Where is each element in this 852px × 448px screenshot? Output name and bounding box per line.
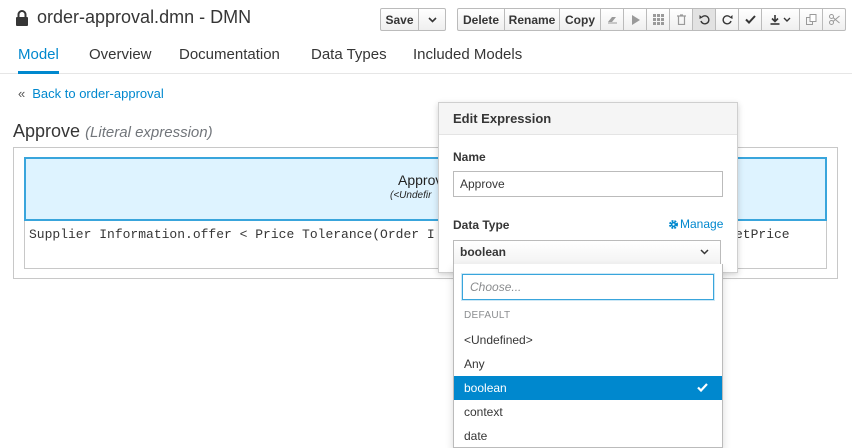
eraser-icon (607, 17, 617, 24)
expression-name: Approve (13, 121, 81, 141)
back-link[interactable]: « Back to order-approval (18, 86, 164, 101)
back-link-label: Back to order-approval (32, 86, 164, 101)
popover-title: Edit Expression (453, 111, 552, 126)
save-button[interactable]: Save (380, 8, 419, 31)
scissors-icon (828, 14, 840, 25)
dropdown-item-label: <Undefined> (464, 333, 533, 347)
grid-header-name: Approv (398, 172, 443, 188)
grid-icon (652, 14, 664, 25)
editor-tabs: Model Overview Documentation Data Types … (0, 38, 852, 74)
dropdown-item-boolean[interactable]: boolean (454, 376, 722, 400)
tab-overview[interactable]: Overview (89, 46, 152, 63)
copy-icon-button[interactable] (800, 8, 823, 31)
grid-button[interactable] (647, 8, 670, 31)
download-button[interactable] (762, 8, 800, 31)
dropdown-item-label: context (464, 405, 503, 419)
window-title: order-approval.dmn - DMN (37, 7, 252, 27)
grid-header-type: (<Undefir (390, 190, 432, 201)
redo-icon (721, 15, 732, 25)
literal-expression-tail: etPrice (735, 227, 790, 242)
play-icon (631, 14, 640, 25)
trash-button[interactable] (670, 8, 693, 31)
expression-kind: (Literal expression) (85, 124, 213, 141)
double-chevron-left-icon: « (18, 86, 26, 101)
check-icon (744, 15, 756, 24)
save-options-button[interactable] (419, 8, 446, 31)
undo-icon (699, 15, 710, 25)
dropdown-item-label: date (464, 429, 488, 443)
copy-button[interactable]: Copy (560, 8, 601, 31)
manage-link[interactable]: Manage (668, 217, 723, 231)
literal-expression-text: Supplier Information.offer < Price Toler… (29, 227, 435, 242)
dropdown-item-context[interactable]: context (454, 400, 722, 424)
name-label: Name (453, 150, 486, 164)
validate-button[interactable] (739, 8, 762, 31)
undo-button[interactable] (693, 8, 716, 31)
name-input[interactable] (453, 171, 723, 197)
tab-model[interactable]: Model (18, 46, 59, 63)
tab-included-models[interactable]: Included Models (413, 46, 522, 63)
popover-header: Edit Expression (439, 103, 737, 135)
redo-button[interactable] (716, 8, 739, 31)
tab-data-types[interactable]: Data Types (311, 46, 387, 63)
clone-icon (805, 14, 816, 25)
data-type-select[interactable]: boolean (453, 240, 721, 265)
lock-icon (16, 10, 28, 26)
dropdown-item-date[interactable]: date (454, 424, 722, 448)
delete-button[interactable]: Delete (457, 8, 505, 31)
tab-documentation[interactable]: Documentation (179, 46, 280, 63)
edit-toolbar: Delete Rename Copy (457, 8, 846, 31)
dropdown-item-undefined[interactable]: <Undefined> (454, 328, 722, 352)
trash-icon (676, 14, 686, 25)
manage-label: Manage (680, 217, 724, 231)
gear-icon (668, 219, 679, 229)
chevron-down-icon (427, 16, 437, 23)
data-type-selected-value: boolean (460, 245, 507, 259)
dropdown-item-label: Any (464, 357, 485, 371)
data-type-search-input[interactable] (462, 274, 714, 300)
chevron-down-icon (700, 249, 709, 255)
cut-button[interactable] (823, 8, 846, 31)
dropdown-item-label: boolean (464, 381, 507, 395)
check-icon (697, 383, 708, 392)
download-icon (770, 14, 790, 25)
dropdown-group-label: DEFAULT (464, 310, 511, 321)
eraser-button[interactable] (601, 8, 624, 31)
rename-button[interactable]: Rename (505, 8, 560, 31)
dropdown-item-any[interactable]: Any (454, 352, 722, 376)
expression-title: Approve (Literal expression) (13, 121, 213, 142)
data-type-label: Data Type (453, 218, 510, 232)
active-tab-indicator (18, 71, 59, 74)
play-button[interactable] (624, 8, 647, 31)
save-group: Save (380, 8, 446, 31)
